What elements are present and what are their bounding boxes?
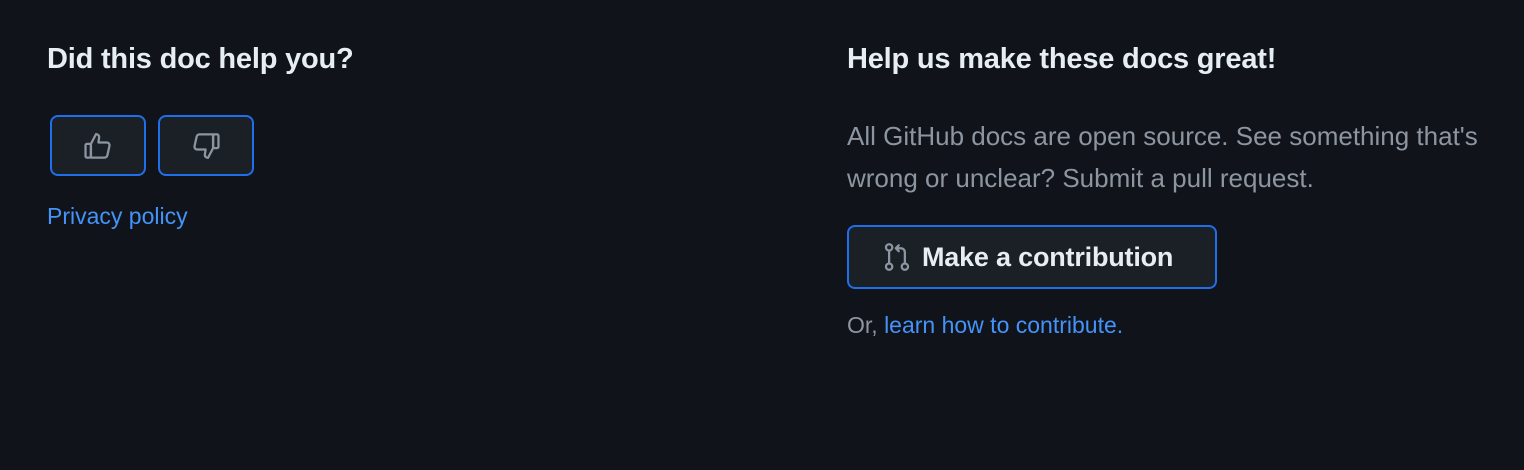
thumbs-up-button[interactable] [50, 115, 146, 176]
learn-how-to-contribute-link[interactable]: learn how to contribute. [884, 312, 1123, 338]
thumbs-down-button[interactable] [158, 115, 254, 176]
docs-feedback-footer: Did this doc help you? Privacy policy He… [0, 0, 1524, 470]
feedback-section: Did this doc help you? Privacy policy [47, 40, 747, 231]
contribute-description: All GitHub docs are open source. See som… [847, 121, 1478, 193]
make-contribution-label: Make a contribution [922, 241, 1174, 272]
contribute-section: Help us make these docs great! All GitHu… [847, 40, 1487, 341]
vote-buttons [50, 115, 747, 176]
git-pull-request-icon [884, 243, 910, 271]
make-contribution-button[interactable]: Make a contribution [847, 225, 1217, 289]
thumbs-down-icon [193, 132, 220, 159]
feedback-heading: Did this doc help you? [47, 43, 354, 75]
thumbs-up-icon [84, 132, 111, 159]
contribute-heading: Help us make these docs great! [847, 43, 1277, 75]
learn-how-line: Or, learn how to contribute. [847, 309, 1487, 341]
learn-prefix: Or, [847, 312, 885, 338]
privacy-policy-link[interactable]: Privacy policy [47, 201, 188, 231]
